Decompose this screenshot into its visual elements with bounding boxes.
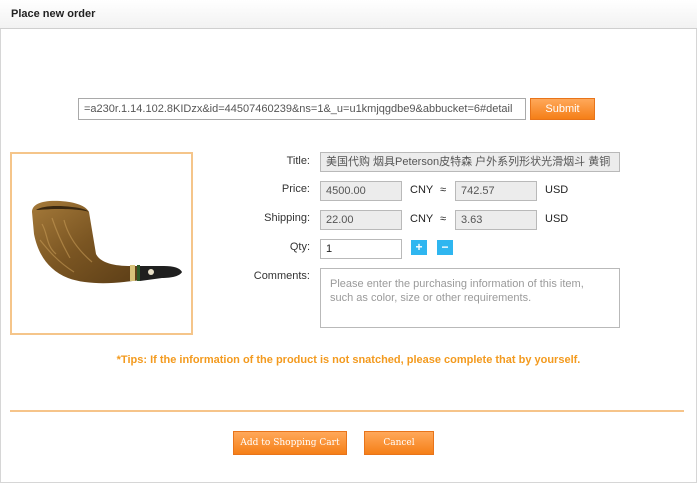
qty-input[interactable]: 1: [320, 239, 402, 259]
qty-minus-button[interactable]: −: [437, 240, 453, 255]
shipping-cny-field[interactable]: 22.00: [320, 210, 402, 230]
divider: [10, 410, 684, 412]
page-title: Place new order: [11, 8, 96, 20]
submit-button[interactable]: Submit: [530, 98, 595, 120]
shipping-cny-unit: CNY: [410, 213, 434, 225]
price-label: Price:: [281, 183, 310, 195]
panel-header: Place new order: [0, 0, 697, 29]
add-to-cart-button[interactable]: Add to Shopping Cart: [233, 431, 347, 455]
title-field[interactable]: 美国代购 烟具Peterson皮特森 户外系列形状光滑烟斗 黄铜: [320, 152, 620, 172]
shipping-approx-sign: ≈: [440, 213, 447, 225]
product-image: [10, 152, 193, 335]
qty-label: Qty:: [289, 241, 310, 253]
tips-text: *Tips: If the information of the product…: [116, 354, 581, 366]
shipping-usd-field[interactable]: 3.63: [455, 210, 537, 230]
product-url-value: =a230r.1.14.102.8KIDzx&id=44507460239&ns…: [84, 103, 513, 115]
qty-plus-button[interactable]: +: [411, 240, 427, 255]
product-url-input[interactable]: =a230r.1.14.102.8KIDzx&id=44507460239&ns…: [78, 98, 526, 120]
shipping-usd-unit: USD: [545, 213, 569, 225]
comments-textarea[interactable]: Please enter the purchasing information …: [320, 268, 620, 328]
price-usd-unit: USD: [545, 184, 569, 196]
price-usd-field[interactable]: 742.57: [455, 181, 537, 201]
cancel-button[interactable]: Cancel: [364, 431, 434, 455]
comments-label: Comments:: [253, 270, 310, 282]
tobacco-pipe-icon: [32, 200, 182, 284]
shipping-label: Shipping:: [264, 212, 310, 224]
title-label: Title:: [286, 155, 310, 167]
price-cny-unit: CNY: [410, 184, 434, 196]
price-approx-sign: ≈: [440, 184, 447, 196]
price-cny-field[interactable]: 4500.00: [320, 181, 402, 201]
